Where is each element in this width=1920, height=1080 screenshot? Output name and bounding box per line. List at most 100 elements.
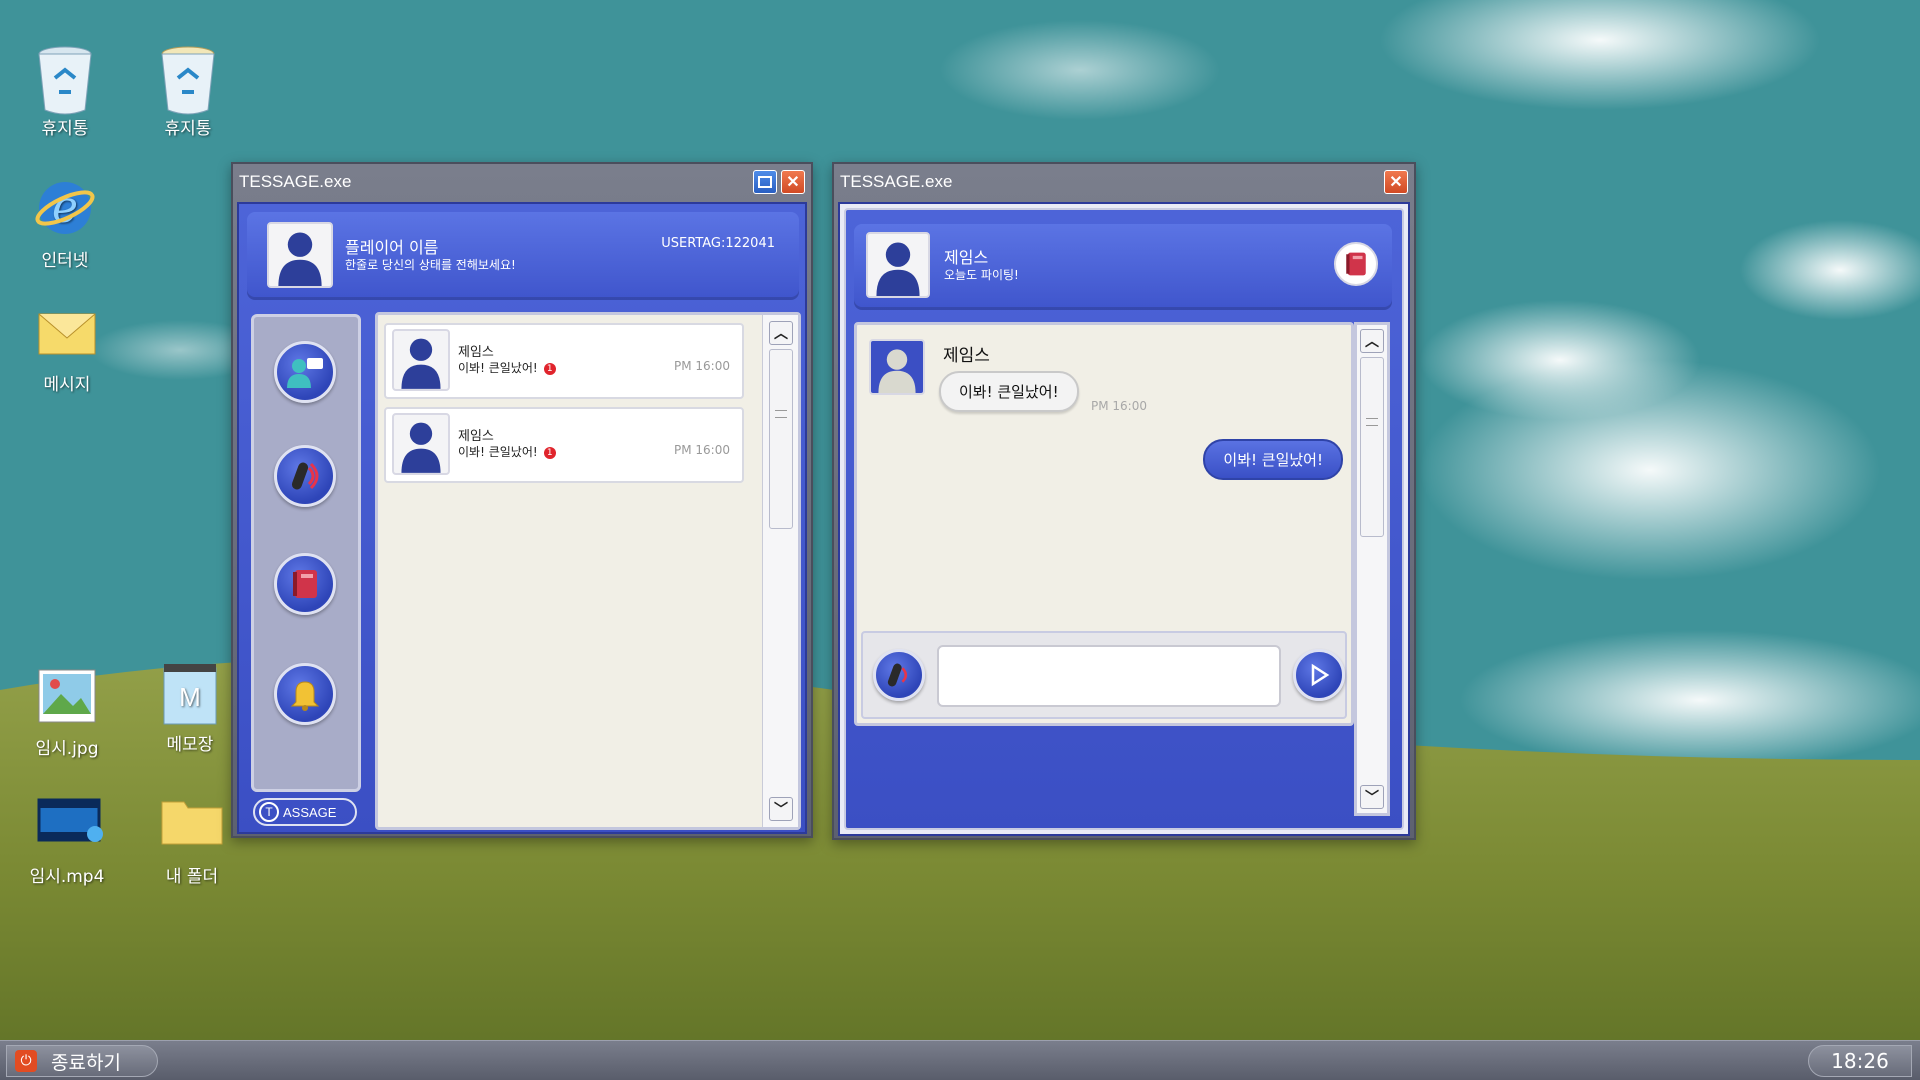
chat-time: PM 16:00 bbox=[674, 359, 730, 373]
svg-text:e: e bbox=[52, 182, 78, 233]
usertag: USERTAG:122041 bbox=[661, 236, 775, 251]
profile-avatar[interactable] bbox=[267, 222, 333, 288]
chat-preview: 이봐! 큰일났어! 1 bbox=[458, 359, 556, 376]
sender-avatar bbox=[869, 339, 925, 395]
voice-button[interactable] bbox=[274, 445, 336, 507]
user-avatar-grey-icon bbox=[871, 341, 923, 393]
folder-icon bbox=[160, 792, 224, 856]
voice-record-icon bbox=[291, 462, 319, 490]
taskbar: ⏻ 종료하기 18:26 bbox=[0, 1040, 1920, 1080]
grip-icon bbox=[775, 410, 787, 418]
scroll-down-button[interactable]: ﹀ bbox=[1360, 785, 1384, 809]
voice-button[interactable] bbox=[873, 649, 925, 701]
window-title: TESSAGE.exe bbox=[239, 172, 352, 191]
profile-status[interactable]: 한줄로 당신의 상태를 전해보세요! bbox=[345, 256, 516, 273]
grip-icon bbox=[1366, 418, 1378, 426]
window-title: TESSAGE.exe bbox=[840, 172, 953, 191]
svg-text:M: M bbox=[179, 682, 201, 712]
desktop-icon-internet[interactable]: e 인터넷 bbox=[10, 176, 120, 271]
envelope-icon bbox=[35, 300, 99, 364]
window-body: 플레이어 이름 한줄로 당신의 상태를 전해보세요! USERTAG:12204… bbox=[237, 202, 807, 834]
desktop-icon-label: 휴지통 bbox=[164, 119, 212, 139]
chat-name: 제임스 bbox=[458, 429, 494, 444]
chat-frame: 제임스 오늘도 파이팅! 제임스 이봐! 큰일났어! PM 16:00 이봐! … bbox=[844, 208, 1404, 830]
sender-name: 제임스 bbox=[943, 346, 990, 366]
image-file-icon bbox=[35, 664, 99, 728]
close-button[interactable]: ✕ bbox=[781, 170, 805, 194]
close-button[interactable]: ✕ bbox=[1384, 170, 1408, 194]
desktop-icon-message[interactable]: 메시지 bbox=[12, 300, 122, 395]
message-panel: 제임스 이봐! 큰일났어! PM 16:00 이봐! 큰일났어! bbox=[854, 322, 1354, 726]
profile-header: 플레이어 이름 한줄로 당신의 상태를 전해보세요! USERTAG:12204… bbox=[247, 212, 799, 300]
desktop-icon-video[interactable]: 임시.mp4 bbox=[12, 792, 122, 887]
chevron-up-icon: ︿ bbox=[774, 326, 788, 342]
user-avatar-icon bbox=[401, 422, 441, 473]
contact-avatar[interactable] bbox=[866, 232, 930, 298]
notebook-button[interactable] bbox=[1334, 242, 1378, 286]
profile-name: 플레이어 이름 bbox=[345, 238, 439, 257]
maximize-button[interactable] bbox=[753, 170, 777, 194]
window-body: 제임스 오늘도 파이팅! 제임스 이봐! 큰일났어! PM 16:00 이봐! … bbox=[838, 202, 1410, 836]
chat-time: PM 16:00 bbox=[674, 443, 730, 457]
notebook-button[interactable] bbox=[274, 553, 336, 615]
close-icon: ✕ bbox=[1389, 174, 1403, 191]
user-avatar-icon bbox=[278, 232, 322, 286]
desktop-icon-notepad[interactable]: M 메모장 bbox=[135, 660, 245, 755]
compose-bar bbox=[861, 631, 1347, 719]
logo-text: ASSAGE bbox=[283, 804, 337, 820]
side-nav bbox=[251, 314, 361, 792]
send-arrow-icon bbox=[1311, 663, 1330, 687]
message-scrollbar[interactable]: ︿ ﹀ bbox=[1354, 322, 1390, 816]
chat-list-panel: 제임스 이봐! 큰일났어! 1 PM 16:00 제임스 이봐! 큰일났어! 1 P… bbox=[375, 312, 801, 830]
message-input[interactable] bbox=[937, 645, 1281, 707]
scroll-thumb[interactable] bbox=[1360, 357, 1384, 537]
chat-avatar bbox=[392, 413, 450, 475]
contact-header: 제임스 오늘도 파이팅! bbox=[854, 224, 1392, 310]
chat-list-item[interactable]: 제임스 이봐! 큰일났어! 1 PM 16:00 bbox=[384, 407, 744, 483]
outgoing-message-bubble: 이봐! 큰일났어! bbox=[1203, 439, 1343, 480]
shutdown-label: 종료하기 bbox=[51, 1051, 121, 1074]
notebook-icon bbox=[1346, 252, 1366, 276]
desktop-icon-label: 메시지 bbox=[43, 375, 91, 395]
titlebar[interactable]: TESSAGE.exe ✕ bbox=[233, 164, 811, 200]
chat-message: 이봐! 큰일났어! bbox=[458, 361, 538, 375]
desktop-icon-recycle-bin[interactable]: 휴지통 bbox=[10, 44, 120, 139]
shutdown-button[interactable]: ⏻ 종료하기 bbox=[6, 1045, 158, 1077]
chat-list-scrollbar[interactable]: ︿ ﹀ bbox=[762, 315, 798, 827]
notepad-icon: M bbox=[158, 660, 222, 725]
voice-record-icon bbox=[887, 663, 908, 687]
internet-icon: e bbox=[33, 176, 97, 240]
messenger-window-chat: TESSAGE.exe ✕ 제임스 오늘도 파이팅! 제임스 이봐! 큰일났어!… bbox=[832, 162, 1416, 840]
scroll-up-button[interactable]: ︿ bbox=[769, 321, 793, 345]
unread-badge: 1 bbox=[543, 446, 556, 459]
desktop-icon-label: 임시.mp4 bbox=[29, 867, 105, 887]
power-icon: ⏻ bbox=[15, 1050, 37, 1072]
scroll-thumb[interactable] bbox=[769, 349, 793, 529]
scroll-up-button[interactable]: ︿ bbox=[1360, 329, 1384, 353]
desktop-icon-label: 휴지통 bbox=[41, 119, 89, 139]
maximize-icon bbox=[758, 176, 772, 188]
user-avatar-icon bbox=[401, 338, 441, 389]
friends-button[interactable] bbox=[274, 341, 336, 403]
incoming-message-bubble: 이봐! 큰일났어! bbox=[939, 371, 1079, 412]
desktop-icon-label: 메모장 bbox=[166, 735, 214, 755]
chat-avatar bbox=[392, 329, 450, 391]
logo-t-icon: T bbox=[259, 802, 279, 822]
chat-list-item[interactable]: 제임스 이봐! 큰일났어! 1 PM 16:00 bbox=[384, 323, 744, 399]
unread-badge: 1 bbox=[543, 362, 556, 375]
desktop-icon-label: 인터넷 bbox=[41, 251, 89, 271]
scroll-down-button[interactable]: ﹀ bbox=[769, 797, 793, 821]
chat-message: 이봐! 큰일났어! bbox=[458, 445, 538, 459]
send-button[interactable] bbox=[1293, 649, 1345, 701]
desktop-icon-image[interactable]: 임시.jpg bbox=[12, 664, 122, 759]
bell-icon bbox=[290, 681, 320, 711]
titlebar[interactable]: TESSAGE.exe ✕ bbox=[834, 164, 1414, 200]
contact-status: 오늘도 파이팅! bbox=[944, 268, 1019, 282]
notifications-button[interactable] bbox=[274, 663, 336, 725]
chevron-down-icon: ﹀ bbox=[1365, 790, 1379, 806]
recycle-bin-icon bbox=[33, 44, 97, 115]
chat-name: 제임스 bbox=[458, 345, 494, 360]
chat-preview: 이봐! 큰일났어! 1 bbox=[458, 443, 556, 460]
chevron-down-icon: ﹀ bbox=[774, 802, 788, 818]
desktop-icon-recycle-bin-full[interactable]: 휴지통 bbox=[133, 44, 243, 139]
